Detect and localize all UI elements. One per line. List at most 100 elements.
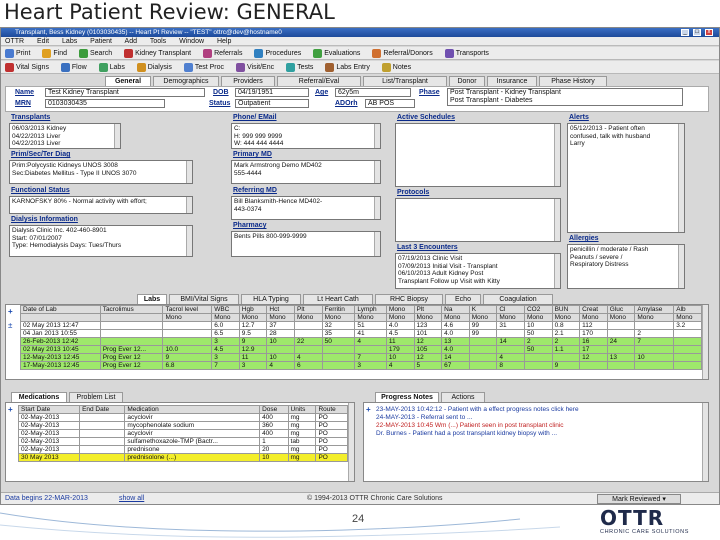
tab-lt-heart-cath[interactable]: Lt Heart Cath bbox=[303, 294, 373, 304]
lab-column-header[interactable]: CO2 bbox=[523, 305, 553, 314]
lab-column-header[interactable]: Tacrol level bbox=[162, 305, 213, 314]
close-icon[interactable]: x bbox=[705, 29, 713, 36]
med-column-header[interactable]: Medication bbox=[124, 405, 261, 414]
visit-button[interactable]: Visit/Enc bbox=[236, 61, 274, 73]
search-button[interactable]: Search bbox=[78, 47, 112, 59]
tab-referral-eval[interactable]: Referral/Eval bbox=[277, 76, 361, 86]
scrollbar[interactable] bbox=[678, 124, 684, 232]
scrollbar[interactable] bbox=[678, 245, 684, 288]
menu-window[interactable]: Window bbox=[179, 38, 204, 45]
med-column-header[interactable]: Units bbox=[287, 405, 317, 414]
menu-labs[interactable]: Labs bbox=[62, 38, 77, 45]
tab-providers[interactable]: Providers bbox=[221, 76, 275, 86]
note-line[interactable]: Dr. Burnes - Patient had a post transpla… bbox=[376, 430, 700, 438]
tab-rhc-biopsy[interactable]: RHC Biopsy bbox=[375, 294, 443, 304]
pharmacy-box[interactable]: Bents Pills 800-999-9999 bbox=[231, 231, 381, 257]
lab-column-header[interactable]: K bbox=[468, 305, 498, 314]
menu-help[interactable]: Help bbox=[217, 38, 231, 45]
phone-box[interactable]: C: H: 999 999 9999 W: 444 444 4444 bbox=[231, 123, 381, 149]
scrollbar[interactable] bbox=[374, 124, 380, 148]
referring-md-box[interactable]: Bill Blanksmith-Hence MD402- 443-0374 bbox=[231, 196, 381, 220]
scrollbar[interactable] bbox=[186, 197, 192, 213]
tab-medications[interactable]: Medications bbox=[11, 392, 67, 402]
adorh-field[interactable]: AB POS bbox=[365, 99, 415, 108]
minimize-icon[interactable]: _ bbox=[681, 29, 689, 36]
tab-phase-history[interactable]: Phase History bbox=[539, 76, 607, 86]
labs-entry-button[interactable]: Labs Entry bbox=[325, 61, 370, 73]
expand-icon[interactable]: ± bbox=[8, 321, 12, 330]
medication-row[interactable]: 02-May-2013 acyclovir 400 mg PO bbox=[17, 429, 348, 438]
lab-column-header[interactable]: Hct bbox=[266, 305, 296, 314]
lab-column-header[interactable]: Plt bbox=[413, 305, 443, 314]
print-button[interactable]: Print bbox=[5, 47, 30, 59]
notes-scrollbar[interactable] bbox=[702, 403, 708, 481]
tab-demographics[interactable]: Demographics bbox=[153, 76, 219, 86]
alerts-box[interactable]: 05/12/2013 - Patient often confused, talk… bbox=[567, 123, 685, 233]
note-line[interactable]: 24-MAY-2013 - Referral sent to ... bbox=[376, 414, 700, 422]
scrollbar[interactable] bbox=[554, 124, 560, 186]
tab-hla-typing[interactable]: HLA Typing bbox=[241, 294, 301, 304]
lab-column-header[interactable]: Amylase bbox=[634, 305, 675, 314]
lab-row[interactable]: 02 May 2013 10:45 Prog Ever 12... 10.0 4.5 1… bbox=[20, 345, 702, 354]
name-field[interactable]: Test Kidney Transplant bbox=[45, 88, 205, 97]
lab-scrollbar[interactable] bbox=[702, 305, 708, 379]
lab-column-header[interactable]: Hgb bbox=[238, 305, 268, 314]
transplants-box[interactable]: 06/03/2013 Kidney 04/22/2013 Liver 04/22/2… bbox=[9, 123, 121, 149]
add-medication-icon[interactable]: + bbox=[8, 405, 13, 414]
lab-column-header[interactable]: Alb bbox=[673, 305, 702, 314]
lab-column-header[interactable]: Date of Lab bbox=[20, 305, 101, 314]
menu-edit[interactable]: Edit bbox=[37, 38, 49, 45]
lab-column-header[interactable]: Na bbox=[441, 305, 470, 314]
test-proc-button[interactable]: Test Proc bbox=[183, 61, 224, 73]
mrn-field[interactable]: 0103030435 bbox=[45, 99, 165, 108]
lab-column-header[interactable]: Gluc bbox=[606, 305, 636, 314]
lab-column-header[interactable]: Cl bbox=[496, 305, 525, 314]
medication-row[interactable]: 02-May-2013 sulfamethoxazole-TMP (Bactr..… bbox=[17, 437, 348, 446]
functional-status-box[interactable]: KARNOFSKY 80% - Normal activity with eff… bbox=[9, 196, 193, 214]
lab-column-header[interactable]: Plt bbox=[294, 305, 323, 314]
active-schedules-box[interactable] bbox=[395, 123, 561, 187]
scrollbar[interactable] bbox=[374, 161, 380, 183]
scrollbar[interactable] bbox=[186, 226, 192, 256]
lab-column-header[interactable]: BUN bbox=[551, 305, 581, 314]
referral-donors-button[interactable]: Referral/Donors bbox=[372, 47, 433, 59]
notes-button[interactable]: Notes bbox=[381, 61, 411, 73]
add-note-icon[interactable]: + bbox=[366, 405, 371, 414]
lab-row[interactable]: 17-May-2013 12:45 Prog Ever 12 6.8 7 3 4 6 3 4 5 6… bbox=[20, 361, 702, 370]
scrollbar[interactable] bbox=[186, 161, 192, 183]
tab-general[interactable]: General bbox=[105, 76, 151, 86]
tests-button[interactable]: Tests bbox=[286, 61, 313, 73]
phase-list[interactable]: Post Transplant - Kidney Transplant Post … bbox=[447, 88, 683, 106]
allergies-box[interactable]: penicillin / moderate / Rash Peanuts / se… bbox=[567, 244, 685, 289]
show-all-link[interactable]: show all bbox=[119, 493, 144, 504]
labs-button[interactable]: Labs bbox=[98, 61, 125, 73]
find-button[interactable]: Find bbox=[42, 47, 67, 59]
scrollbar[interactable] bbox=[114, 124, 120, 148]
lab-row[interactable]: 12-May-2013 12:45 Prog Ever 12 9 3 11 10 4 7 10 1… bbox=[20, 353, 702, 362]
evaluations-button[interactable]: Evaluations bbox=[313, 47, 360, 59]
referrals-button[interactable]: Referrals bbox=[203, 47, 242, 59]
tab-list-transplant[interactable]: List/Transplant bbox=[363, 76, 447, 86]
status-field[interactable]: Outpatient bbox=[235, 99, 309, 108]
add-lab-icon[interactable]: + bbox=[8, 307, 13, 316]
protocols-box[interactable] bbox=[395, 198, 561, 242]
lab-row[interactable]: 04 Jan 2013 10:55 6.5 9.5 28 35 41 4.5 101 4.0 99… bbox=[20, 329, 702, 338]
tab-echo[interactable]: Echo bbox=[445, 294, 481, 304]
age-field[interactable]: 62y5m bbox=[335, 88, 411, 97]
dob-field[interactable]: 04/19/1951 bbox=[235, 88, 309, 97]
lab-column-header[interactable]: Mono bbox=[385, 305, 415, 314]
tab-insurance[interactable]: Insurance bbox=[487, 76, 537, 86]
med-column-header[interactable]: End Date bbox=[79, 405, 126, 414]
tab-bmi-vital-signs[interactable]: BMI/Vital Signs bbox=[169, 294, 239, 304]
lab-row[interactable]: 02 May 2013 12:47 6.0 12.7 37 32 51 4.0 123 4.6 9… bbox=[20, 321, 702, 330]
prim-sec-diag-box[interactable]: Prim:Polycystic Kidneys UNOS 3008 Sec:Dia… bbox=[9, 160, 193, 184]
lab-column-header[interactable]: WBC bbox=[211, 305, 240, 314]
lab-column-header[interactable]: Tacrolimus bbox=[99, 305, 164, 314]
tab-labs[interactable]: Labs bbox=[137, 294, 167, 304]
scrollbar[interactable] bbox=[554, 254, 560, 288]
mark-reviewed-button[interactable]: Mark Reviewed ▾ bbox=[597, 494, 681, 504]
lab-column-header[interactable]: Lymph bbox=[354, 305, 387, 314]
med-column-header[interactable]: Route bbox=[315, 405, 348, 414]
medication-row[interactable]: 30 May 2013 prednisolone (...) 10 mg PO bbox=[17, 453, 348, 462]
menu-patient[interactable]: Patient bbox=[90, 38, 112, 45]
